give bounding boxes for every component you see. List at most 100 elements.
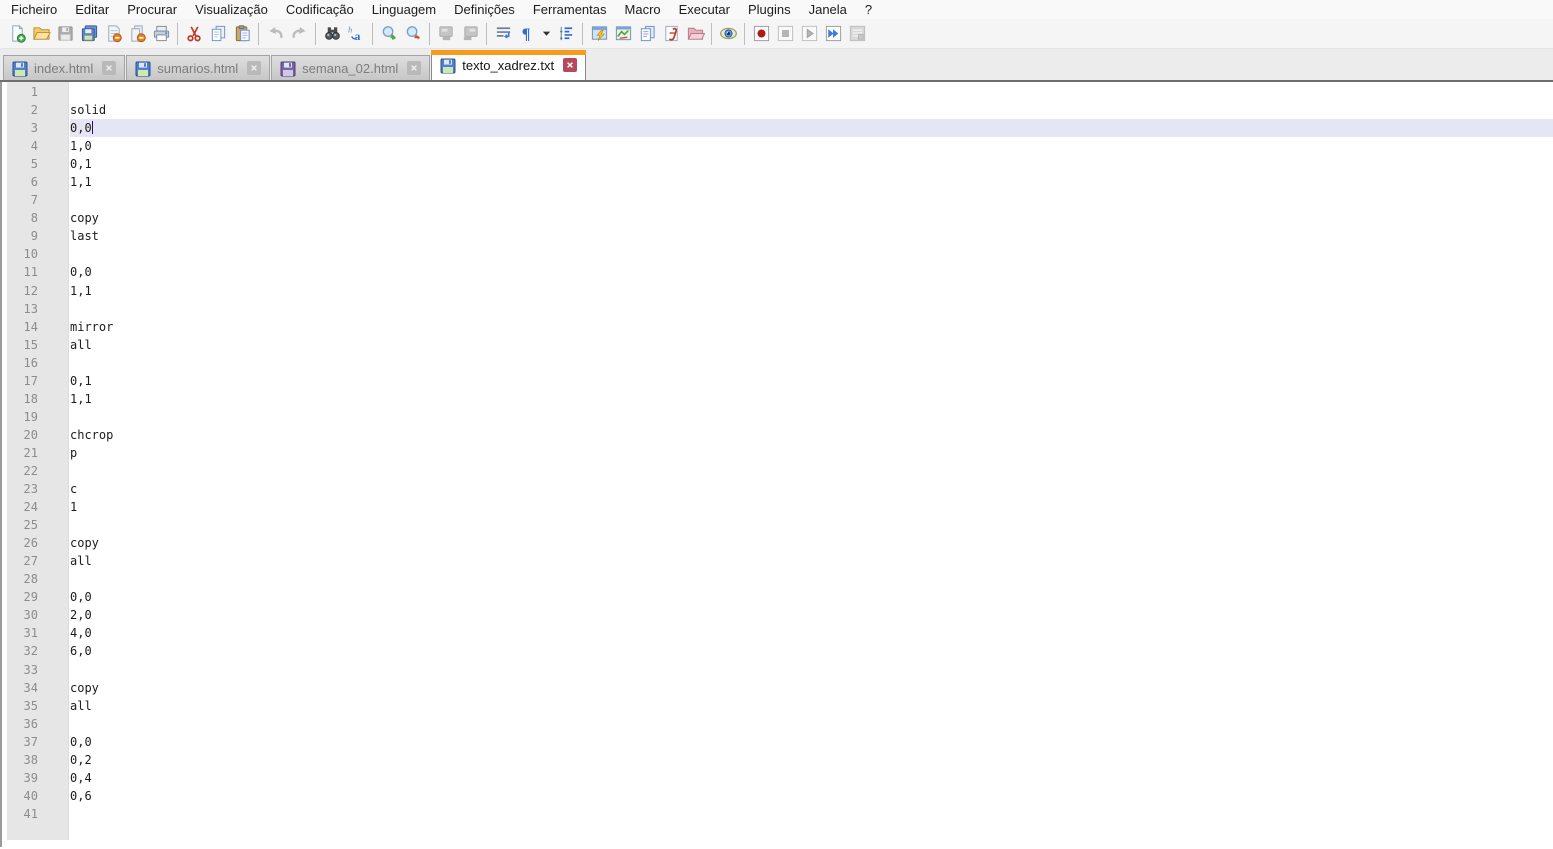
line-text[interactable] bbox=[70, 83, 1553, 101]
menu-item-ficheiro[interactable]: Ficheiro bbox=[2, 0, 66, 19]
line-text[interactable] bbox=[70, 661, 1553, 679]
editor-line[interactable]: 3 0,0 bbox=[2, 119, 1553, 138]
editor-line[interactable]: 40 0,6 bbox=[2, 787, 1553, 805]
editor-line[interactable]: 8 copy bbox=[2, 209, 1553, 227]
line-text[interactable]: 0,0 bbox=[70, 119, 1553, 138]
editor-line[interactable]: 16 bbox=[2, 354, 1553, 372]
line-text[interactable]: 0,0 bbox=[70, 588, 1553, 606]
editor-line[interactable]: 41 bbox=[2, 805, 1553, 823]
new-file-button[interactable] bbox=[5, 22, 29, 46]
editor-line[interactable]: 5 0,1 bbox=[2, 155, 1553, 173]
editor-line[interactable]: 36 bbox=[2, 715, 1553, 733]
editor-line[interactable]: 22 bbox=[2, 462, 1553, 480]
tab-close-icon[interactable] bbox=[102, 61, 117, 75]
editor-line[interactable]: 1 bbox=[2, 83, 1553, 101]
line-text[interactable]: copy bbox=[70, 209, 1553, 227]
line-text[interactable]: copy bbox=[70, 679, 1553, 697]
editor-line[interactable]: 4 1,0 bbox=[2, 137, 1553, 155]
zoom-out-button[interactable] bbox=[401, 22, 425, 46]
editor-line[interactable]: 32 6,0 bbox=[2, 642, 1553, 660]
line-text[interactable]: 0,0 bbox=[70, 263, 1553, 281]
editor-line[interactable]: 13 bbox=[2, 300, 1553, 318]
editor-line[interactable]: 11 0,0 bbox=[2, 263, 1553, 281]
sync-vertical-button[interactable] bbox=[434, 22, 458, 46]
close-file-button[interactable] bbox=[101, 22, 125, 46]
menu-item-codifica-o[interactable]: Codificação bbox=[277, 0, 363, 19]
document-list-button[interactable] bbox=[635, 22, 659, 46]
save-file-button[interactable] bbox=[53, 22, 77, 46]
macro-save-button[interactable] bbox=[845, 22, 869, 46]
editor-line[interactable]: 17 0,1 bbox=[2, 372, 1553, 390]
line-text[interactable]: 0,0 bbox=[70, 733, 1553, 751]
tab-semana-02-html[interactable]: semana_02.html bbox=[271, 55, 431, 80]
tab-index-html[interactable]: index.html bbox=[3, 55, 126, 80]
macro-stop-button[interactable] bbox=[773, 22, 797, 46]
sync-horizontal-button[interactable] bbox=[458, 22, 482, 46]
find-button[interactable] bbox=[320, 22, 344, 46]
line-text[interactable] bbox=[70, 805, 1553, 823]
menu-item-?[interactable]: ? bbox=[856, 0, 881, 19]
menu-item-ferramentas[interactable]: Ferramentas bbox=[524, 0, 616, 19]
user-defined-language-button[interactable] bbox=[587, 22, 611, 46]
line-text[interactable]: 1,1 bbox=[70, 282, 1553, 300]
editor-line[interactable]: 27 all bbox=[2, 552, 1553, 570]
zoom-in-button[interactable] bbox=[377, 22, 401, 46]
line-text[interactable]: 0,2 bbox=[70, 751, 1553, 769]
macro-run-multiple-button[interactable] bbox=[821, 22, 845, 46]
line-text[interactable] bbox=[70, 462, 1553, 480]
word-wrap-button[interactable] bbox=[491, 22, 515, 46]
line-text[interactable]: 4,0 bbox=[70, 624, 1553, 642]
close-all-button[interactable] bbox=[125, 22, 149, 46]
line-text[interactable] bbox=[70, 354, 1553, 372]
editor-line[interactable]: 26 copy bbox=[2, 534, 1553, 552]
print-button[interactable] bbox=[149, 22, 173, 46]
editor-line[interactable]: 18 1,1 bbox=[2, 390, 1553, 408]
line-text[interactable]: 0,6 bbox=[70, 787, 1553, 805]
line-text[interactable] bbox=[70, 408, 1553, 426]
editor-line[interactable]: 12 1,1 bbox=[2, 282, 1553, 300]
editor-line[interactable]: 33 bbox=[2, 661, 1553, 679]
tab-close-icon[interactable] bbox=[407, 61, 422, 75]
save-all-button[interactable] bbox=[77, 22, 101, 46]
menu-item-defini-es[interactable]: Definições bbox=[445, 0, 524, 19]
tab-texto-xadrez-txt[interactable]: texto_xadrez.txt bbox=[431, 50, 587, 80]
redo-button[interactable] bbox=[287, 22, 311, 46]
line-text[interactable]: 0,4 bbox=[70, 769, 1553, 787]
line-text[interactable]: 1,0 bbox=[70, 137, 1553, 155]
line-text[interactable] bbox=[70, 191, 1553, 209]
editor-line[interactable]: 14 mirror bbox=[2, 318, 1553, 336]
editor-line[interactable]: 10 bbox=[2, 245, 1553, 263]
paste-button[interactable] bbox=[230, 22, 254, 46]
editor-line[interactable]: 20 chcrop bbox=[2, 426, 1553, 444]
editor-line[interactable]: 28 bbox=[2, 570, 1553, 588]
monitoring-eye-button[interactable] bbox=[716, 22, 740, 46]
folder-as-workspace-button[interactable] bbox=[683, 22, 707, 46]
copy-button[interactable] bbox=[206, 22, 230, 46]
tab-close-icon[interactable] bbox=[247, 61, 262, 75]
editor-line[interactable]: 19 bbox=[2, 408, 1553, 426]
menu-item-janela[interactable]: Janela bbox=[800, 0, 856, 19]
line-text[interactable]: solid bbox=[70, 101, 1553, 119]
line-text[interactable] bbox=[70, 300, 1553, 318]
line-text[interactable]: all bbox=[70, 552, 1553, 570]
line-text[interactable]: all bbox=[70, 697, 1553, 715]
line-text[interactable]: 2,0 bbox=[70, 606, 1553, 624]
tab-close-icon[interactable] bbox=[563, 58, 578, 72]
editor-line[interactable]: 9 last bbox=[2, 227, 1553, 245]
show-all-characters-button[interactable]: ¶ bbox=[515, 22, 539, 46]
line-text[interactable]: all bbox=[70, 336, 1553, 354]
indent-guide-button[interactable] bbox=[554, 22, 578, 46]
editor-line[interactable]: 31 4,0 bbox=[2, 624, 1553, 642]
line-text[interactable]: mirror bbox=[70, 318, 1553, 336]
editor-line[interactable]: 38 0,2 bbox=[2, 751, 1553, 769]
line-text[interactable]: 1,1 bbox=[70, 173, 1553, 191]
line-text[interactable]: 1,1 bbox=[70, 390, 1553, 408]
line-text[interactable]: copy bbox=[70, 534, 1553, 552]
line-text[interactable] bbox=[70, 516, 1553, 534]
cut-button[interactable] bbox=[182, 22, 206, 46]
editor-line[interactable]: 21 p bbox=[2, 444, 1553, 462]
menu-item-visualiza-o[interactable]: Visualização bbox=[186, 0, 277, 19]
editor-line[interactable]: 6 1,1 bbox=[2, 173, 1553, 191]
editor-line[interactable]: 15 all bbox=[2, 336, 1553, 354]
menu-item-linguagem[interactable]: Linguagem bbox=[363, 0, 445, 19]
